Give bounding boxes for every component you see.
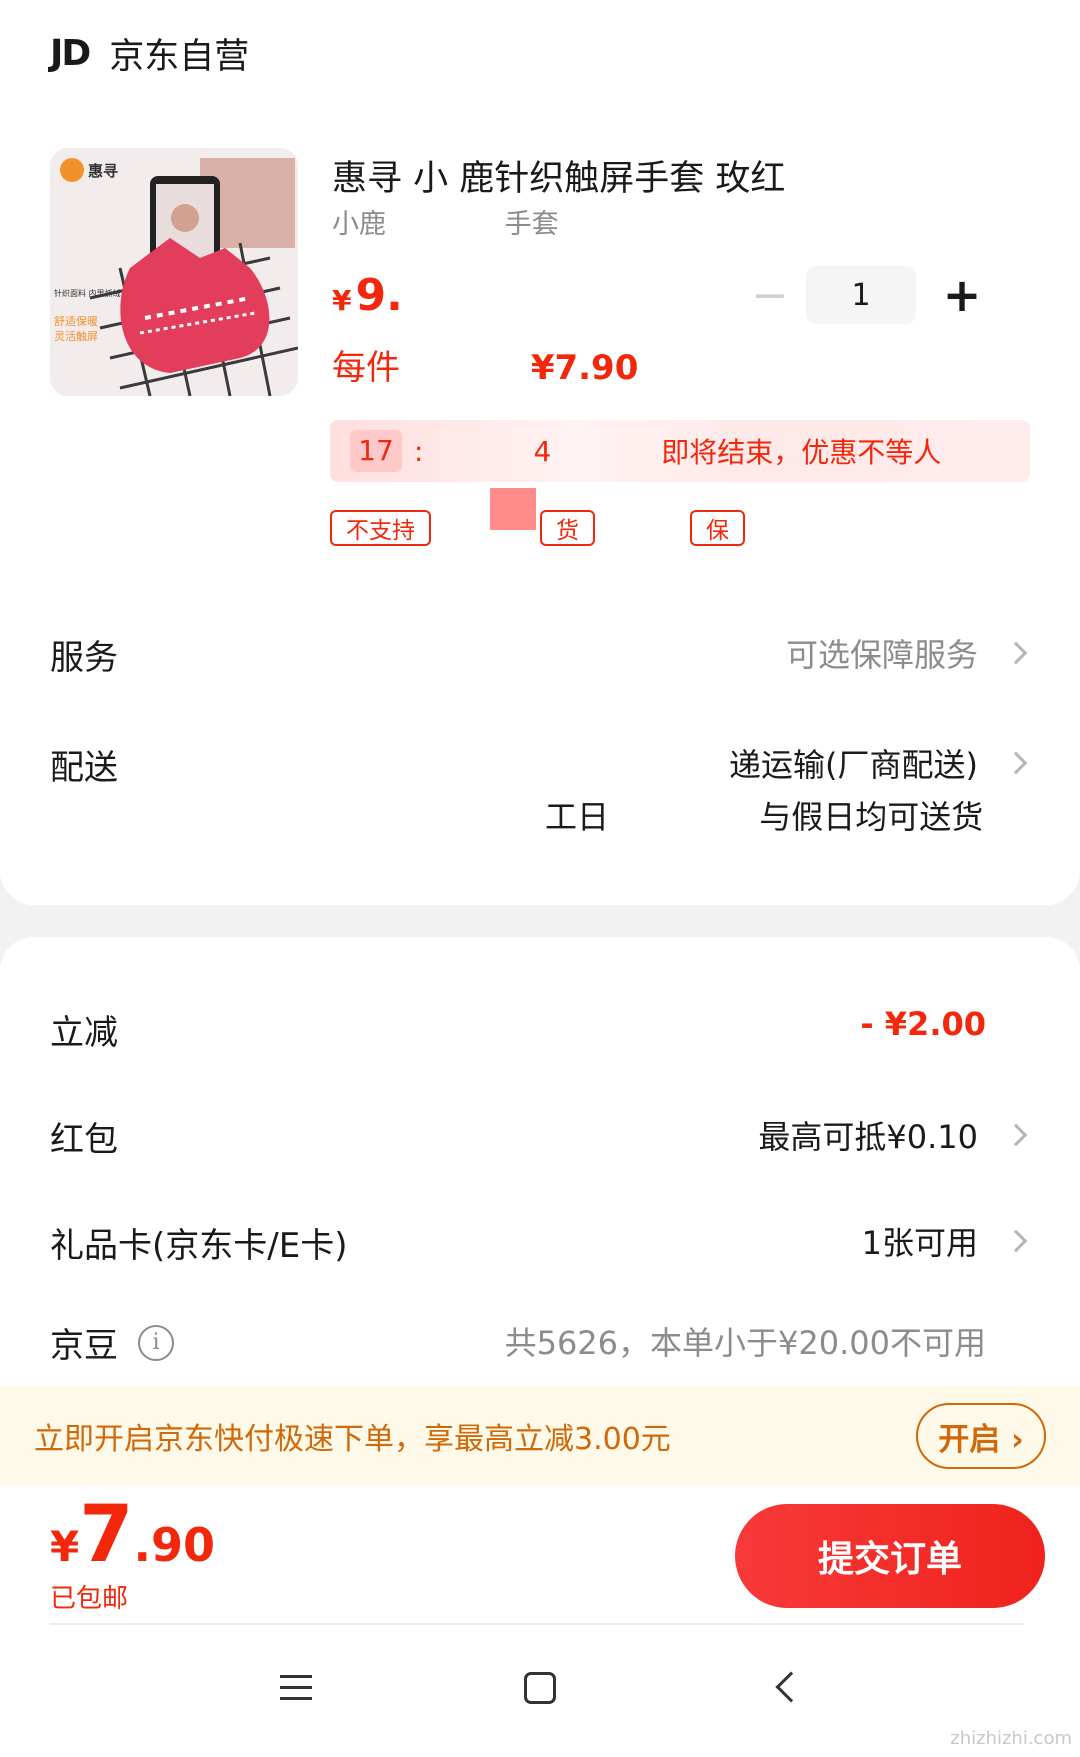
tag-no-support: 不支持 — [330, 510, 431, 546]
delivery-line1: 递运输(厂商配送) — [729, 740, 1028, 786]
service-value: 可选保障服务 — [785, 630, 1028, 676]
giftcard-value-text: 1张可用 — [861, 1224, 978, 1262]
increase-button[interactable]: + — [940, 265, 984, 325]
hongbao-label: 红包 — [50, 1120, 118, 1160]
total-dec: .90 — [133, 1518, 216, 1572]
system-nav-bar — [0, 1640, 1080, 1740]
product-image[interactable]: 惠寻 针织面料 内里抓绒 舒适保暖 灵活触屏 — [50, 148, 298, 396]
home-icon[interactable] — [524, 1672, 556, 1704]
order-card: JD 京东自营 惠寻 针织面料 内里抓绒 舒适保暖 灵活触屏 惠寻 小 鹿针织触… — [0, 0, 1080, 905]
service-value-text: 可选保障服务 — [785, 636, 978, 674]
quantity-input[interactable]: 1 — [806, 266, 916, 324]
chevron-right-icon — [1004, 751, 1028, 775]
instant-discount-row: 立减 - ¥2.00 — [50, 1005, 1024, 1054]
redaction-blot — [490, 488, 536, 530]
delivery-line2-b: 与假日均可送货 — [759, 798, 984, 836]
image-brand: 惠寻 — [88, 162, 119, 180]
jingdou-label-text: 京豆 — [50, 1326, 118, 1366]
store-header[interactable]: JD 京东自营 — [50, 28, 249, 78]
giftcard-label: 礼品卡(京东卡/E卡) — [50, 1226, 348, 1266]
delivery-line2: 工日 与假日均可送货 — [545, 792, 983, 838]
image-caption-1: 针织面料 内里抓绒 — [54, 289, 121, 298]
chevron-right-icon — [1004, 641, 1028, 665]
product-title[interactable]: 惠寻 小 鹿针织触屏手套 玫红 — [332, 150, 785, 201]
giftcard-value: 1张可用 — [861, 1218, 1028, 1264]
total-yen: ¥ — [50, 1522, 80, 1571]
image-caption-3: 灵活触屏 — [54, 330, 98, 343]
store-name: 京东自营 — [109, 36, 250, 77]
decrease-button[interactable]: − — [748, 265, 792, 325]
total-int: 7 — [79, 1490, 134, 1580]
delivery-row[interactable]: 配送 递运输(厂商配送) — [50, 740, 1028, 789]
spec-left: 小鹿 — [332, 209, 386, 240]
price-value: 9. — [355, 270, 403, 321]
back-icon[interactable] — [775, 1671, 807, 1703]
watermark: zhizhizhi.com — [950, 1728, 1072, 1749]
giftcard-row[interactable]: 礼品卡(京东卡/E卡) 1张可用 — [50, 1218, 1028, 1267]
quickpay-banner: 立即开启京东快付极速下单，享最高立减3.00元 开启 › — [0, 1386, 1080, 1486]
total-price: ¥7.90 — [50, 1490, 215, 1580]
jingdou-label: 京豆 i — [50, 1318, 174, 1367]
tag-delivery: 货 — [540, 510, 595, 546]
tag-guarantee: 保 — [690, 510, 745, 546]
menu-icon[interactable] — [280, 1675, 312, 1708]
submit-order-button[interactable]: 提交订单 — [735, 1504, 1045, 1608]
instant-value: - ¥2.00 — [860, 1005, 986, 1043]
countdown-text: 即将结束，优惠不等人 — [661, 436, 942, 469]
image-caption-2: 舒适保暖 — [54, 315, 98, 328]
service-row[interactable]: 服务 可选保障服务 — [50, 630, 1028, 679]
enable-quickpay-button[interactable]: 开启 › — [916, 1403, 1046, 1469]
unit-price-value: ¥7.90 — [530, 348, 639, 388]
countdown-banner: 17 : 4 即将结束，优惠不等人 — [330, 420, 1030, 482]
delivery-line2-a: 工日 — [545, 798, 610, 836]
jingdou-value: 共5626，本单小于¥20.00不可用 — [504, 1324, 986, 1362]
quickpay-text: 立即开启京东快付极速下单，享最高立减3.00元 — [34, 1422, 671, 1457]
hongbao-value-text: 最高可抵¥0.10 — [758, 1118, 978, 1156]
product-price: ¥9. — [332, 270, 403, 321]
hongbao-row[interactable]: 红包 最高可抵¥0.10 — [50, 1112, 1028, 1161]
unit-price-label: 每件 — [332, 348, 400, 388]
divider — [50, 1623, 1024, 1625]
spec-right: 手套 — [504, 209, 559, 240]
countdown-mins: 4 — [533, 434, 552, 468]
gloves-image-icon — [50, 148, 298, 396]
jd-logo-icon: JD — [50, 32, 91, 74]
quantity-stepper: − 1 + — [748, 265, 984, 325]
delivery-line1-text: 递运输(厂商配送) — [729, 746, 978, 784]
countdown-hours: 17 — [350, 430, 402, 472]
info-icon[interactable]: i — [138, 1324, 174, 1361]
instant-label: 立减 — [50, 1013, 118, 1053]
delivery-label: 配送 — [50, 748, 118, 788]
product-spec[interactable]: 小鹿 手套 — [332, 202, 559, 241]
jingdou-row: 京豆 i 共5626，本单小于¥20.00不可用 — [50, 1318, 1024, 1367]
countdown-separator: : — [414, 434, 424, 468]
unit-price: 每件 ¥7.90 — [332, 340, 638, 389]
service-label: 服务 — [50, 638, 118, 678]
hongbao-value: 最高可抵¥0.10 — [758, 1112, 1028, 1158]
chevron-right-icon — [1004, 1229, 1028, 1253]
free-shipping-label: 已包邮 — [50, 1584, 129, 1614]
price-symbol: ¥ — [332, 284, 352, 317]
chevron-right-icon — [1004, 1123, 1028, 1147]
